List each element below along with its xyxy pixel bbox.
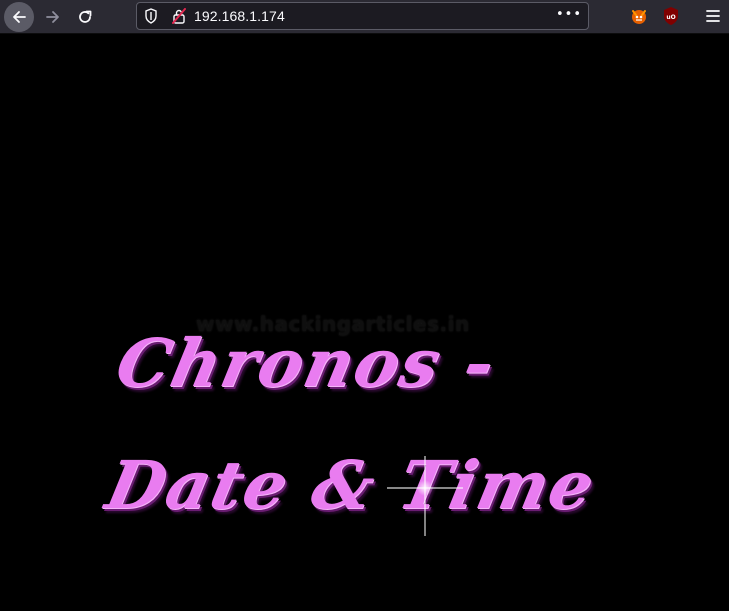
browser-toolbar: 192.168.1.174 ••• uO bbox=[0, 0, 729, 34]
back-arrow-icon bbox=[13, 11, 26, 23]
ublock-origin-icon[interactable]: uO bbox=[661, 6, 681, 26]
page-title-line-1: Chronos - bbox=[109, 324, 504, 402]
shield-icon[interactable] bbox=[144, 8, 158, 24]
forward-button[interactable] bbox=[38, 2, 68, 32]
page-title-line-2: Date & Time bbox=[99, 446, 603, 524]
page-actions-menu-button[interactable]: ••• bbox=[556, 7, 582, 22]
forward-arrow-icon bbox=[46, 11, 59, 23]
svg-text:uO: uO bbox=[666, 14, 675, 21]
url-text[interactable]: 192.168.1.174 bbox=[194, 8, 285, 24]
insecure-lock-icon[interactable] bbox=[171, 8, 187, 24]
page-content: www.hackingarticles.in Chronos - Date & … bbox=[0, 34, 729, 611]
sparkle-icon bbox=[387, 456, 463, 536]
fox-extension-icon[interactable] bbox=[629, 6, 649, 26]
reload-icon bbox=[79, 10, 92, 23]
back-button[interactable] bbox=[4, 2, 34, 32]
address-bar[interactable]: 192.168.1.174 ••• bbox=[136, 2, 589, 30]
reload-button[interactable] bbox=[70, 2, 100, 32]
hamburger-menu-icon[interactable] bbox=[704, 7, 722, 25]
